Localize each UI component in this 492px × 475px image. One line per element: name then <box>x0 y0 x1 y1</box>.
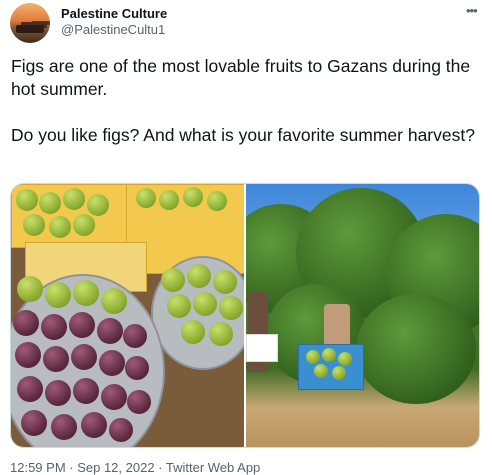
tweet-text: Figs are one of the most lovable fruits … <box>11 55 489 147</box>
more-horizontal-icon[interactable]: ••• <box>466 4 480 20</box>
tweet-paragraph: Do you like figs? And what is your favor… <box>11 125 475 145</box>
fig-harvest-photo[interactable] <box>246 184 479 447</box>
author-handle[interactable]: @PalestineCultu1 <box>61 22 165 37</box>
tweet-timestamp[interactable]: 12:59 PM · Sep 12, 2022 · Twitter Web Ap… <box>10 460 260 475</box>
author-display-name[interactable]: Palestine Culture <box>61 6 167 21</box>
tweet-paragraph: Figs are one of the most lovable fruits … <box>11 56 471 99</box>
media-grid <box>10 183 480 448</box>
avatar[interactable] <box>10 3 50 43</box>
figs-market-photo[interactable] <box>11 184 244 447</box>
